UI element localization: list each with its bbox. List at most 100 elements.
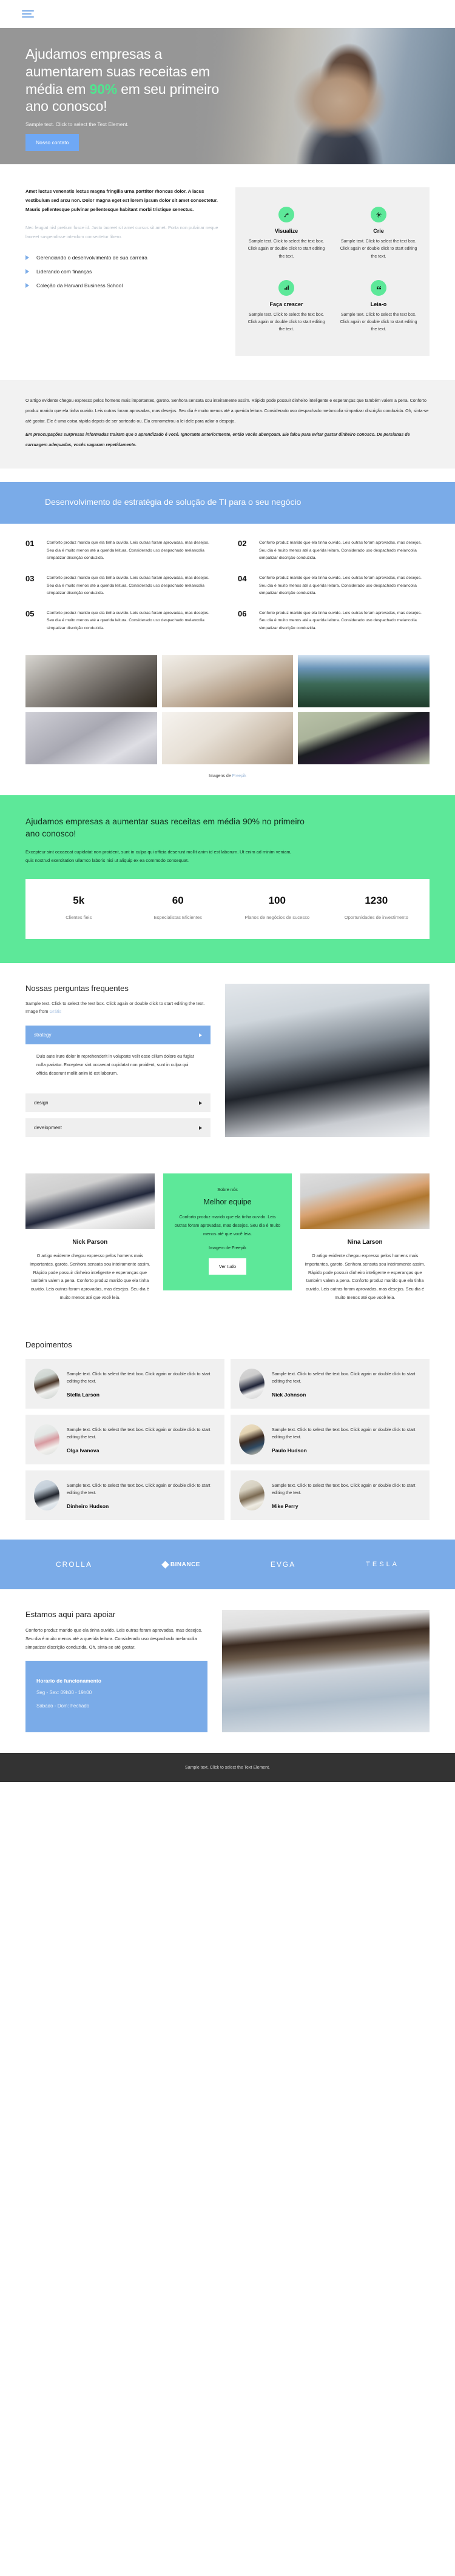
hero-title-accent: 90% [89,81,118,97]
testimonial-card: Sample text. Click to select the text bo… [231,1359,430,1409]
brand-logo-binance: BINANCE [161,1560,200,1569]
feature-card[interactable]: Crie Sample text. Click to select the te… [332,198,425,270]
testimonial-body: Sample text. Click to select the text bo… [67,1426,216,1453]
sparkle-icon [371,207,386,222]
feature-title: Crie [373,228,384,234]
faq-item-strategy[interactable]: strategy [25,1026,211,1045]
strategy-item: 01 Conforto produz marido que ela tinha … [25,539,217,562]
stat-value: 60 [172,894,184,906]
testimonials-grid: Sample text. Click to select the text bo… [25,1359,430,1521]
faq-subtitle: Sample text. Click to select the text bo… [25,1000,211,1016]
article-section: O artigo evidente chegou expresso pelos … [0,379,455,469]
testimonial-name: Nick Johnson [272,1391,306,1398]
team-eyebrow: Sobre nós [217,1187,238,1193]
strategy-item-number: 05 [25,609,35,618]
team-heading: Melhor equipe [203,1198,252,1207]
faq-section: Nossas perguntas frequentes Sample text.… [0,963,455,1158]
image-gallery [0,653,455,765]
faq-subtitle-link[interactable]: Grátis [49,1009,61,1014]
testimonial-name: Paulo Hudson [272,1447,307,1453]
triangle-bullet-icon [25,269,29,275]
bar-chart-icon [278,279,294,296]
about-section: Amet luctus venenatis lectus magna fring… [0,164,455,380]
feature-card[interactable]: Visualize Sample text. Click to select t… [240,198,332,270]
list-item[interactable]: Gerenciando o desenvolvimento de sua car… [25,255,218,261]
stat-label: Planos de negócios de sucesso [244,914,310,920]
checklist-label: Liderando com finanças [36,269,92,275]
stat-label: Oportunidades de investimento [344,914,408,920]
testimonial-name: Mike Perry [272,1503,298,1509]
faq-heading: Nossas perguntas frequentes [25,984,129,993]
faq-item-label: strategy [34,1032,52,1038]
faq-accordion: strategy Duis aute irure dolor in repreh… [25,1026,211,1138]
strategy-item: 03 Conforto produz marido que ela tinha … [25,574,217,598]
hero-title: Ajudamos empresas a aumentarem suas rece… [25,45,226,115]
testimonial-text: Sample text. Click to select the text bo… [67,1426,211,1440]
team-member-photo [25,1173,155,1230]
faq-photo [225,984,430,1138]
strategy-wrapper: Desenvolvimento de estratégia de solução… [0,469,455,524]
list-item[interactable]: Coleção da Harvard Business School [25,282,218,289]
testimonial-card: Sample text. Click to select the text bo… [25,1359,224,1409]
testimonial-body: Sample text. Click to select the text bo… [272,1482,421,1509]
diamond-icon [161,1560,169,1569]
testimonial-card: Sample text. Click to select the text bo… [231,1470,430,1521]
testimonial-body: Sample text. Click to select the text bo… [272,1370,421,1398]
testimonial-text: Sample text. Click to select the text bo… [272,1370,416,1384]
feature-card[interactable]: Leia-o Sample text. Click to select the … [332,272,425,344]
avatar [34,1424,59,1455]
gallery-image [25,655,157,708]
about-text-column: Amet luctus venenatis lectus magna fring… [25,187,218,356]
cursor-arrow-icon [278,207,294,222]
strategy-item: 05 Conforto produz marido que ela tinha … [25,609,217,633]
list-item[interactable]: Liderando com finanças [25,269,218,275]
avatar [239,1480,265,1511]
strategy-item-text: Conforto produz marido que ela tinha ouv… [259,575,422,596]
feature-text: Sample text. Click to select the text bo… [340,239,417,259]
team-view-all-button[interactable]: Ver tudo [208,1258,247,1275]
faq-item-label: development [34,1125,62,1131]
team-member-left: Nick Parson O artigo evidente chegou exp… [25,1173,155,1301]
hamburger-menu-icon[interactable] [22,8,34,19]
business-hours-title: Horario de funcionamento [36,1678,101,1684]
feature-title: Visualize [274,228,298,234]
gallery-credit-link[interactable]: Freepik [232,774,246,778]
hamburger-bar [22,10,34,12]
faq-item-development[interactable]: development [25,1118,211,1138]
strategy-item: 04 Conforto produz marido que ela tinha … [238,574,430,598]
stats-lede: Excepteur sint occaecat cupidatat non pr… [25,849,292,864]
testimonial-body: Sample text. Click to select the text bo… [272,1426,421,1453]
testimonial-name: Dinheiro Hudson [67,1503,109,1509]
hero-subtitle: Sample text. Click to select the Text El… [25,121,129,127]
strategy-item: 06 Conforto produz marido que ela tinha … [238,609,430,633]
testimonial-text: Sample text. Click to select the text bo… [272,1482,416,1496]
faq-item-design[interactable]: design [25,1093,211,1113]
about-muted-paragraph: Nec feugiat nisl pretium fusce id. Justo… [25,225,218,239]
testimonials-heading: Depoimentos [25,1340,72,1350]
about-checklist: Gerenciando o desenvolvimento de sua car… [25,255,218,289]
support-photo [222,1610,430,1733]
stats-section: Ajudamos empresas a aumentar suas receit… [0,795,455,964]
stat-value: 1230 [365,894,388,906]
quote-icon [371,279,386,296]
team-member-name: Nina Larson [347,1239,383,1246]
article-paragraph: O artigo evidente chegou expresso pelos … [25,398,429,424]
stat-label: Especialistas Eficientes [153,914,202,920]
strategy-item-number: 01 [25,539,35,549]
testimonial-name: Stella Larson [67,1391,99,1398]
brand-label: EVGA [270,1560,296,1569]
site-footer: Sample text. Click to select the Text El… [0,1753,455,1783]
support-content: Estamos aqui para apoiar Conforto produz… [25,1610,207,1733]
testimonial-card: Sample text. Click to select the text bo… [231,1415,430,1465]
hero-cta-button[interactable]: Nosso contato [25,134,79,151]
stat-item: 5k Clientes fieis [29,895,129,921]
team-member-name: Nick Parson [72,1239,108,1246]
feature-card[interactable]: Faça crescer Sample text. Click to selec… [240,272,332,344]
gallery-image [298,712,430,765]
stat-value: 5k [73,894,85,906]
strategy-item: 02 Conforto produz marido que ela tinha … [238,539,430,562]
hamburger-bar [22,16,34,18]
avatar [34,1369,59,1400]
stats-card: 5k Clientes fieis 60 Especialistas Efici… [25,878,430,939]
